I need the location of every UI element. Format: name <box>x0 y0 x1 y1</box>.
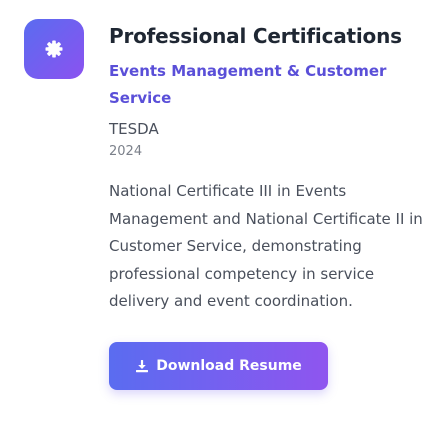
certificate-icon-tile <box>24 19 84 79</box>
certification-name: Events Management & Customer Service <box>109 62 387 107</box>
certification-description: National Certificate III in Events Manag… <box>109 182 423 310</box>
download-resume-button[interactable]: Download Resume <box>109 342 328 390</box>
download-icon <box>135 359 149 373</box>
certification-issuer: TESDA <box>109 120 159 138</box>
certification-year: 2024 <box>109 144 143 159</box>
section-title: Professional Certifications <box>109 24 402 48</box>
certificate-icon <box>44 39 64 59</box>
download-resume-label: Download Resume <box>156 358 302 374</box>
certification-card: Professional Certifications Events Manag… <box>0 0 435 422</box>
certification-content: Professional Certifications Events Manag… <box>109 22 429 316</box>
